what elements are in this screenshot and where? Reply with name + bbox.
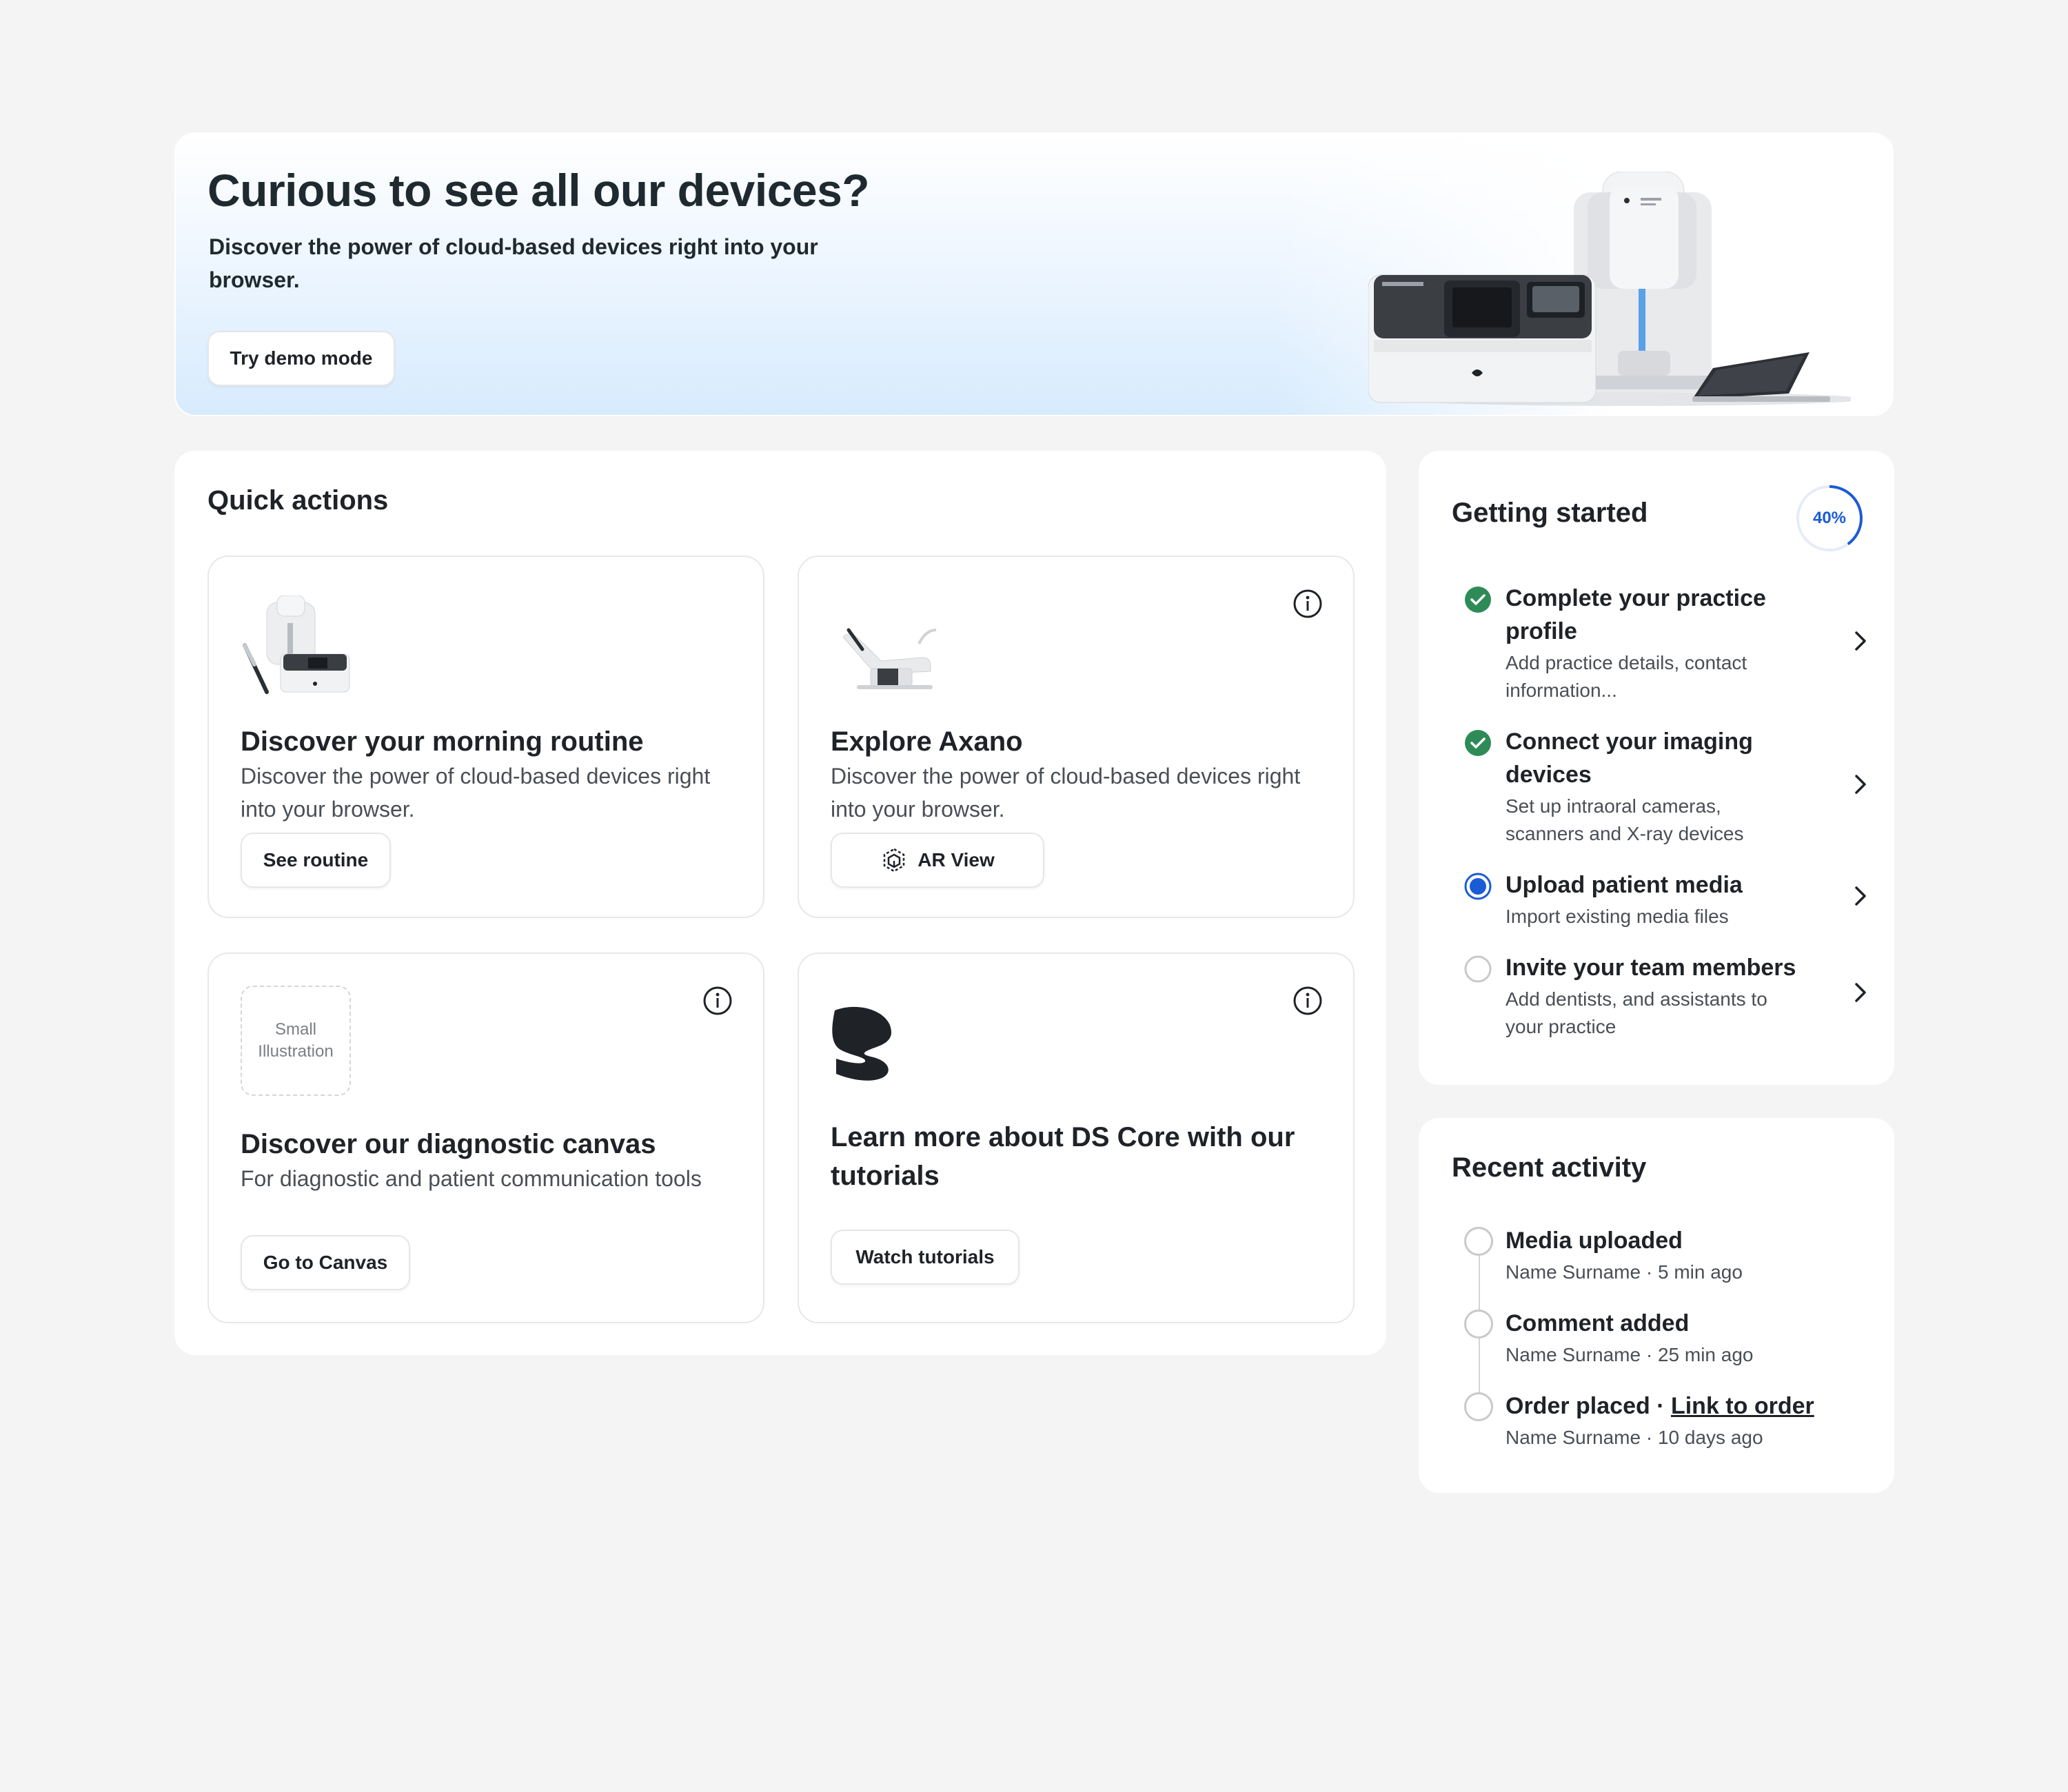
ar-view-label: AR View	[918, 849, 995, 870]
try-demo-button[interactable]: Try demo mode	[207, 331, 395, 386]
tile-title: Explore Axano	[831, 726, 1023, 757]
placeholder-line: Small	[274, 1020, 316, 1039]
small-illustration-placeholder: Small Illustration	[241, 986, 351, 1096]
page: Curious to see all our devices? Discover…	[0, 0, 2068, 1792]
tile-title: Discover our diagnostic canvas	[241, 1129, 656, 1159]
step-description: Add dentists, and assistants to your pra…	[1506, 988, 1767, 1037]
info-icon[interactable]	[1292, 589, 1323, 619]
link-to-order[interactable]: Link to order	[1671, 1393, 1814, 1419]
check-circle-icon	[1465, 730, 1491, 756]
check-circle-icon	[1465, 587, 1491, 613]
quick-actions-panel: Quick actions Discover your morning rout…	[174, 451, 1386, 1355]
activity-meta: Name Surname · 5 min ago	[1506, 1261, 1743, 1283]
tile-description: Discover the power of cloud-based device…	[831, 764, 1301, 822]
step-upload-media[interactable]: Upload patient media Import existing med…	[1464, 868, 1878, 930]
step-title: Connect your imaging devices	[1506, 729, 1753, 788]
activity-meta: Name Surname · 25 min ago	[1506, 1344, 1754, 1365]
placeholder-line: Illustration	[258, 1042, 334, 1061]
step-description: Set up intraoral cameras, scanners and X…	[1506, 795, 1744, 844]
step-invite-team[interactable]: Invite your team members Add dentists, a…	[1464, 951, 1878, 1041]
chevron-right-icon	[1855, 631, 1866, 651]
recent-activity-panel: Recent activity Media uploaded Name Surn…	[1419, 1118, 1894, 1493]
activity-meta: Name Surname · 10 days ago	[1506, 1427, 1763, 1448]
tile-description: For diagnostic and patient communication…	[241, 1166, 702, 1191]
getting-started-title: Getting started	[1452, 498, 1648, 528]
quick-actions-title: Quick actions	[207, 485, 389, 516]
ds-core-logo-icon	[832, 1006, 891, 1081]
scanner-devices-image	[243, 595, 350, 694]
step-title: Invite your team members	[1506, 955, 1796, 981]
radio-selected-icon	[1464, 873, 1492, 900]
tile-morning-routine: Discover your morning routine Discover t…	[207, 556, 764, 918]
timeline-dot	[1464, 1392, 1493, 1421]
see-routine-button[interactable]: See routine	[241, 833, 391, 888]
tile-title: Learn more about DS Core with our tutori…	[831, 1122, 1295, 1191]
step-imaging-devices[interactable]: Connect your imaging devices Set up intr…	[1464, 725, 1878, 844]
ar-view-icon	[883, 848, 905, 873]
tile-title: Discover your morning routine	[241, 726, 644, 757]
recent-activity-title: Recent activity	[1452, 1152, 1647, 1183]
timeline-dot	[1464, 1227, 1493, 1256]
activity-title: Media uploaded	[1506, 1228, 1683, 1254]
hero-subtitle: Discover the power of cloud-based device…	[209, 234, 818, 292]
tile-explore-axano: Explore Axano Discover the power of clou…	[798, 556, 1355, 918]
radio-empty-icon	[1464, 955, 1492, 983]
devices-illustration	[1368, 172, 1851, 406]
step-title: Complete your practice profile	[1506, 585, 1766, 644]
info-icon[interactable]	[1292, 986, 1323, 1016]
getting-started-panel: Getting started 40% Complete your practi…	[1419, 451, 1894, 1085]
watch-tutorials-button[interactable]: Watch tutorials	[831, 1230, 1020, 1285]
step-description: Add practice details, contact informatio…	[1506, 652, 1747, 701]
activity-title: Order placed ·	[1506, 1393, 1671, 1419]
chevron-right-icon	[1855, 983, 1866, 1002]
step-description: Import existing media files	[1506, 906, 1729, 927]
step-title: Upload patient media	[1506, 872, 1743, 898]
timeline-dot	[1464, 1310, 1493, 1338]
chevron-right-icon	[1855, 775, 1866, 794]
chevron-right-icon	[1855, 886, 1866, 906]
tile-description: Discover the power of cloud-based device…	[241, 764, 711, 822]
step-practice-profile[interactable]: Complete your practice profile Add pract…	[1464, 582, 1878, 701]
progress-label: 40%	[1812, 509, 1847, 527]
dental-chair-image	[842, 628, 937, 689]
go-to-canvas-button[interactable]: Go to Canvas	[241, 1235, 410, 1290]
activity-title-row: Order placed · Link to order	[1506, 1389, 1814, 1423]
info-icon[interactable]	[702, 986, 733, 1016]
hero-title: Curious to see all our devices?	[207, 165, 870, 216]
tile-tutorials: Learn more about DS Core with our tutori…	[798, 953, 1355, 1323]
activity-title: Comment added	[1506, 1310, 1690, 1336]
tile-diagnostic-canvas: Small Illustration Discover our diagnost…	[207, 953, 764, 1323]
hero-banner: Curious to see all our devices? Discover…	[174, 132, 1894, 416]
ar-view-button[interactable]: AR View	[831, 833, 1044, 888]
